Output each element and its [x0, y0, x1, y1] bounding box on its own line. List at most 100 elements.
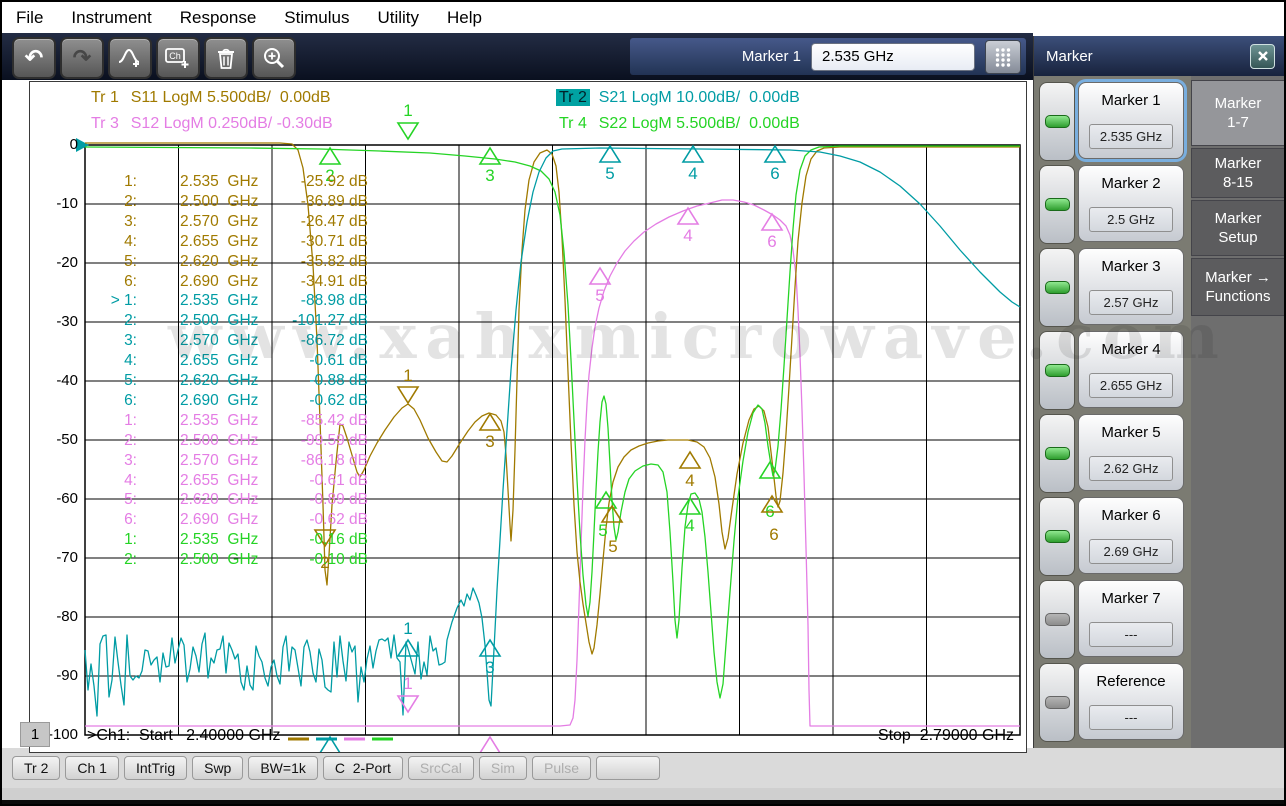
readout-marker-number: 2: [68, 431, 137, 451]
menu-response[interactable]: Response [166, 8, 271, 28]
marker-toggle-6[interactable] [1039, 497, 1075, 576]
marker-softkey-panel: Marker Marker 12.535 GHzMarker 22.5 GHzM… [1033, 36, 1284, 748]
readout-value: -0.62 dB [248, 391, 368, 411]
trace-format: S11 LogM 5.500dB/ 0.00dB [122, 89, 331, 106]
add-channel-button[interactable]: Ch [156, 37, 200, 79]
readout-row: 3:2.570 GHz-26.47 dB [30, 212, 390, 232]
status-bw-1k[interactable]: BW=1k [248, 756, 318, 780]
status-c-2-port[interactable]: C 2-Port [323, 756, 403, 780]
readout-frequency: 2.620 GHz [180, 252, 258, 272]
readout-row: 2:2.500 GHz-99.59 dB [30, 431, 390, 451]
readout-row: 5:2.620 GHz-0.88 dB [30, 371, 390, 391]
menu-file[interactable]: File [2, 8, 57, 28]
marker-entry-label: Marker 1 [742, 48, 801, 65]
status-blank[interactable] [596, 756, 660, 780]
status-pulse[interactable]: Pulse [532, 756, 591, 780]
chart-marker-5: 5 [600, 146, 620, 183]
readout-value: -0.16 dB [248, 530, 368, 550]
tab-marker-functions[interactable]: Marker → Functions [1191, 258, 1285, 316]
add-marker-icon [118, 47, 142, 69]
marker-button-reference[interactable]: Reference--- [1078, 663, 1184, 740]
status-srccal[interactable]: SrcCal [408, 756, 474, 780]
marker-toggle-3[interactable] [1039, 248, 1075, 327]
tab-marker-8-15[interactable]: Marker 8-15 [1191, 148, 1285, 198]
marker-toggle-7[interactable] [1039, 580, 1075, 659]
readout-marker-number: 4: [68, 232, 137, 252]
svg-text:Ch: Ch [169, 51, 181, 61]
readout-marker-number: 4: [68, 471, 137, 491]
y-axis-tick-label: -90 [36, 666, 78, 686]
readout-marker-number: 2: [68, 311, 137, 331]
marker-button-marker-3[interactable]: Marker 32.57 GHz [1078, 248, 1184, 325]
marker-button-marker-5[interactable]: Marker 52.62 GHz [1078, 414, 1184, 491]
readout-row: 1:2.535 GHz-0.16 dB [30, 530, 390, 550]
tab-marker-setup[interactable]: Marker Setup [1191, 200, 1285, 256]
svg-text:3: 3 [485, 658, 494, 677]
marker-button-label: Marker 4 [1079, 341, 1183, 358]
readout-value: -99.59 dB [248, 431, 368, 451]
readout-frequency: 2.570 GHz [180, 451, 258, 471]
keypad-button[interactable] [985, 40, 1021, 74]
zoom-button[interactable] [252, 37, 296, 79]
status-swp[interactable]: Swp [192, 756, 243, 780]
readout-row: 2:2.500 GHz-0.10 dB [30, 550, 390, 570]
y-axis-tick-label: -10 [36, 194, 78, 214]
readout-marker-number: 5: [68, 371, 137, 391]
marker-frequency-input[interactable] [811, 43, 975, 71]
marker-toggle-5[interactable] [1039, 414, 1075, 493]
readout-marker-number: 1: [68, 411, 137, 431]
readout-frequency: 2.500 GHz [180, 192, 258, 212]
readout-row: 3:2.570 GHz-86.72 dB [30, 331, 390, 351]
readout-value: -35.82 dB [248, 252, 368, 272]
tab-marker-1-7[interactable]: Marker 1-7 [1191, 80, 1285, 146]
undo-button[interactable]: ↶ [12, 37, 56, 79]
trace-format: S22 LogM 5.500dB/ 0.00dB [590, 115, 800, 132]
add-marker-button[interactable] [108, 37, 152, 79]
marker-toggle-2[interactable] [1039, 165, 1075, 244]
menu-stimulus[interactable]: Stimulus [270, 8, 363, 28]
status-ch-1[interactable]: Ch 1 [65, 756, 119, 780]
marker-button-marker-7[interactable]: Marker 7--- [1078, 580, 1184, 657]
legend-tr1[interactable]: Tr 1 S11 LogM 5.500dB/ 0.00dB [88, 89, 331, 107]
readout-value: -0.10 dB [248, 550, 368, 570]
marker-button-marker-4[interactable]: Marker 42.655 GHz [1078, 331, 1184, 408]
svg-text:5: 5 [598, 521, 607, 540]
marker-entry-bar: Marker 1 [630, 38, 1026, 75]
delete-button[interactable] [204, 37, 248, 79]
y-axis-tick-label: -40 [36, 371, 78, 391]
readout-value: -30.71 dB [248, 232, 368, 252]
readout-frequency: 2.570 GHz [180, 331, 258, 351]
legend-tr4[interactable]: Tr 4 S22 LogM 5.500dB/ 0.00dB [556, 115, 800, 133]
svg-text:3: 3 [485, 432, 494, 451]
readout-value: -0.88 dB [248, 371, 368, 391]
readout-row: 1:2.535 GHz-25.92 dB [30, 172, 390, 192]
status-inttrig[interactable]: IntTrig [124, 756, 187, 780]
panel-close-button[interactable] [1250, 44, 1275, 69]
y-axis-tick-label: -70 [36, 548, 78, 568]
menu-utility[interactable]: Utility [363, 8, 433, 28]
readout-frequency: 2.655 GHz [180, 471, 258, 491]
svg-text:1: 1 [403, 619, 412, 638]
marker-button-marker-1[interactable]: Marker 12.535 GHz [1078, 82, 1184, 159]
marker-toggle-8[interactable] [1039, 663, 1075, 742]
status-bar: Tr 2Ch 1IntTrigSwpBW=1kC 2-PortSrcCalSim… [2, 748, 1284, 788]
status-tr-2[interactable]: Tr 2 [12, 756, 60, 780]
marker-toggle-1[interactable] [1039, 82, 1075, 161]
redo-button[interactable]: ↷ [60, 37, 104, 79]
status-sim[interactable]: Sim [479, 756, 527, 780]
svg-text:5: 5 [608, 537, 617, 556]
marker-button-marker-6[interactable]: Marker 62.69 GHz [1078, 497, 1184, 574]
menu-instrument[interactable]: Instrument [57, 8, 165, 28]
marker-button-value: 2.535 GHz [1089, 124, 1173, 149]
plot-area: 12354654612355446613123 Tr 1 S11 LogM 5.… [30, 82, 1026, 752]
marker-button-marker-2[interactable]: Marker 22.5 GHz [1078, 165, 1184, 242]
legend-tr2[interactable]: Tr 2 S21 LogM 10.00dB/ 0.00dB [556, 89, 800, 107]
marker-toggle-4[interactable] [1039, 331, 1075, 410]
readout-row: 4:2.655 GHz-0.61 dB [30, 351, 390, 371]
readout-frequency: 2.690 GHz [180, 391, 258, 411]
legend-tr3[interactable]: Tr 3 S12 LogM 0.250dB/ -0.30dB [88, 115, 333, 133]
svg-text:6: 6 [770, 164, 779, 183]
menu-help[interactable]: Help [433, 8, 496, 28]
readout-value: -101.27 dB [248, 311, 368, 331]
chart-marker-6: 6 [765, 146, 785, 183]
